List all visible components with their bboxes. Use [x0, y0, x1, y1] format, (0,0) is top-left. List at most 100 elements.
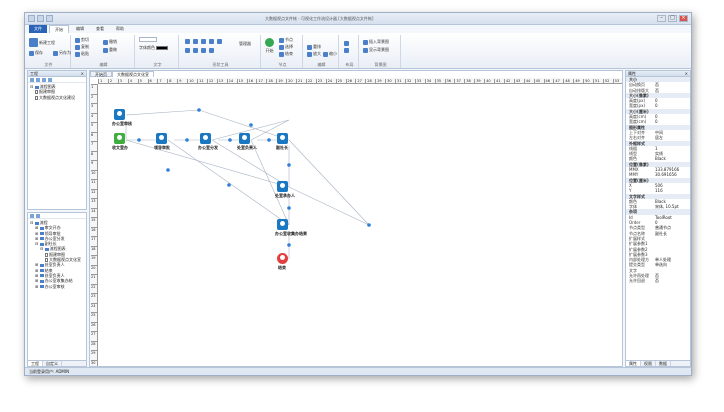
- connector-handle[interactable]: [228, 138, 232, 142]
- tab-home[interactable]: 开始: [49, 25, 69, 33]
- ruler-tick: 44: [523, 79, 531, 84]
- save-as-icon: [53, 50, 58, 56]
- paste-button[interactable]: 粘贴: [75, 51, 89, 57]
- cut-icon: [75, 37, 80, 43]
- save-button[interactable]: 保存: [29, 50, 43, 56]
- tab-start-page[interactable]: 开始页: [90, 71, 112, 77]
- ruler-tick: 29: [375, 79, 382, 84]
- start-node-button[interactable]: 开始: [265, 38, 274, 54]
- connector-handle[interactable]: [287, 163, 291, 167]
- node-dept-head[interactable]: 处室负责人: [237, 133, 257, 151]
- align-bottom-icon[interactable]: [217, 39, 222, 44]
- document-icon: [35, 90, 38, 95]
- arrange-icon: [307, 44, 312, 50]
- tree-item[interactable]: 大数据视点文化建设: [30, 95, 84, 100]
- tab-edit[interactable]: 编辑: [71, 25, 89, 33]
- connector-line[interactable]: [288, 186, 370, 226]
- connector-handle[interactable]: [249, 123, 253, 127]
- connector-line[interactable]: [288, 139, 370, 226]
- tab-data[interactable]: 数据: [656, 361, 671, 366]
- node-end[interactable]: 结束: [275, 253, 289, 271]
- connector-handle[interactable]: [287, 243, 291, 247]
- arrange-button[interactable]: 重排: [307, 44, 321, 50]
- ruler-tick: 18: [91, 245, 98, 251]
- align-center-icon[interactable]: [193, 39, 198, 44]
- font-combo[interactable]: [139, 37, 157, 42]
- grid-icon[interactable]: [344, 41, 349, 46]
- font-select[interactable]: [139, 37, 157, 42]
- node-office-collect[interactable]: 办公室收集办结果: [275, 219, 307, 237]
- close-icon[interactable]: ×: [81, 71, 84, 77]
- tab-file[interactable]: 文件: [29, 25, 47, 33]
- connector-handle[interactable]: [197, 108, 201, 112]
- minimize-button[interactable]: –: [657, 15, 666, 22]
- connector-handle[interactable]: [166, 168, 170, 172]
- same-width-icon[interactable]: [185, 48, 190, 53]
- align-right-icon[interactable]: [201, 39, 206, 44]
- outline-item[interactable]: ⊞ 办公室审核: [30, 284, 84, 289]
- connector-handle[interactable]: [267, 138, 271, 142]
- folder-icon[interactable]: [42, 78, 46, 82]
- node-deputy-director[interactable]: 副社长: [275, 133, 289, 151]
- undo-button[interactable]: 撤销: [103, 39, 117, 45]
- undo-icon[interactable]: [37, 15, 44, 22]
- maximize-button[interactable]: □: [668, 15, 677, 22]
- delete-icon[interactable]: [48, 78, 52, 82]
- connector-handle[interactable]: [227, 183, 231, 187]
- node-receive[interactable]: 收文登办: [112, 133, 128, 151]
- node-office-review[interactable]: 办公室审核: [112, 109, 132, 127]
- font-color-button[interactable]: 字体颜色: [139, 45, 168, 51]
- add-icon[interactable]: [36, 78, 40, 82]
- ruler-tick: 23: [91, 293, 98, 298]
- node-leader-approve[interactable]: 领导审批: [154, 133, 170, 151]
- ruler-tick: 22: [91, 283, 98, 289]
- save-as-button[interactable]: 另存为: [53, 50, 71, 56]
- manager-button[interactable]: 管理器: [239, 41, 251, 47]
- connector-line[interactable]: [125, 109, 200, 116]
- refresh-icon[interactable]: [30, 78, 34, 82]
- ruler-tick: 5: [91, 122, 98, 127]
- connector-handle[interactable]: [137, 138, 141, 142]
- zoom-in-button[interactable]: 放大: [307, 51, 321, 57]
- node-button[interactable]: 节点: [279, 37, 293, 43]
- redo-icon[interactable]: [46, 15, 53, 22]
- new-project-button[interactable]: 新建工程: [29, 38, 55, 47]
- distribute-icon[interactable]: [209, 48, 214, 53]
- property-tabs: 属性 权限 数据: [626, 360, 690, 366]
- diagram-stage: 办公室审核 收文登办 领导审批 办公室分发 处室负责人 副社长 处室承办人 办公…: [99, 85, 622, 366]
- save-icon[interactable]: [28, 15, 35, 22]
- tab-diagram[interactable]: 大数据视点文化宣: [112, 71, 154, 77]
- collapse-icon[interactable]: [36, 214, 40, 218]
- same-height-icon[interactable]: [193, 48, 198, 53]
- ruler-tick: 25: [91, 312, 98, 317]
- ruler-tick: 24: [325, 79, 333, 84]
- zoom-out-button[interactable]: 缩小: [323, 51, 337, 57]
- node-office-distribute[interactable]: 办公室分发: [198, 133, 218, 151]
- redo-button[interactable]: 重做: [103, 47, 117, 53]
- end-node-button[interactable]: 结束: [279, 51, 293, 57]
- insert-background-button[interactable]: 插入背景图: [363, 39, 389, 45]
- connector-handle[interactable]: [287, 206, 291, 210]
- tab-project[interactable]: 工程: [28, 361, 43, 366]
- tab-help[interactable]: 帮助: [111, 25, 129, 33]
- tab-custom[interactable]: 自定义: [43, 361, 62, 366]
- tab-properties[interactable]: 属性: [626, 361, 641, 366]
- close-button[interactable]: ×: [679, 15, 688, 22]
- same-size-icon[interactable]: [201, 48, 206, 53]
- connector-handle[interactable]: [367, 223, 371, 227]
- align-left-icon[interactable]: [185, 39, 190, 44]
- select-button[interactable]: 选择: [279, 44, 293, 50]
- show-background-button[interactable]: 显示背景图: [363, 47, 389, 53]
- tab-view[interactable]: 查看: [91, 25, 109, 33]
- close-icon[interactable]: ×: [685, 71, 688, 77]
- snap-icon[interactable]: [344, 48, 349, 53]
- connector-line[interactable]: [167, 139, 290, 226]
- copy-button[interactable]: 复制: [75, 44, 89, 50]
- expand-icon[interactable]: [30, 214, 34, 218]
- node-dept-handler[interactable]: 处室承办人: [275, 181, 295, 199]
- cut-button[interactable]: 剪切: [75, 37, 89, 43]
- align-top-icon[interactable]: [209, 39, 214, 44]
- connector-handle[interactable]: [185, 138, 189, 142]
- tab-permissions[interactable]: 权限: [641, 361, 656, 366]
- property-row[interactable]: 允许回退 否: [626, 278, 690, 283]
